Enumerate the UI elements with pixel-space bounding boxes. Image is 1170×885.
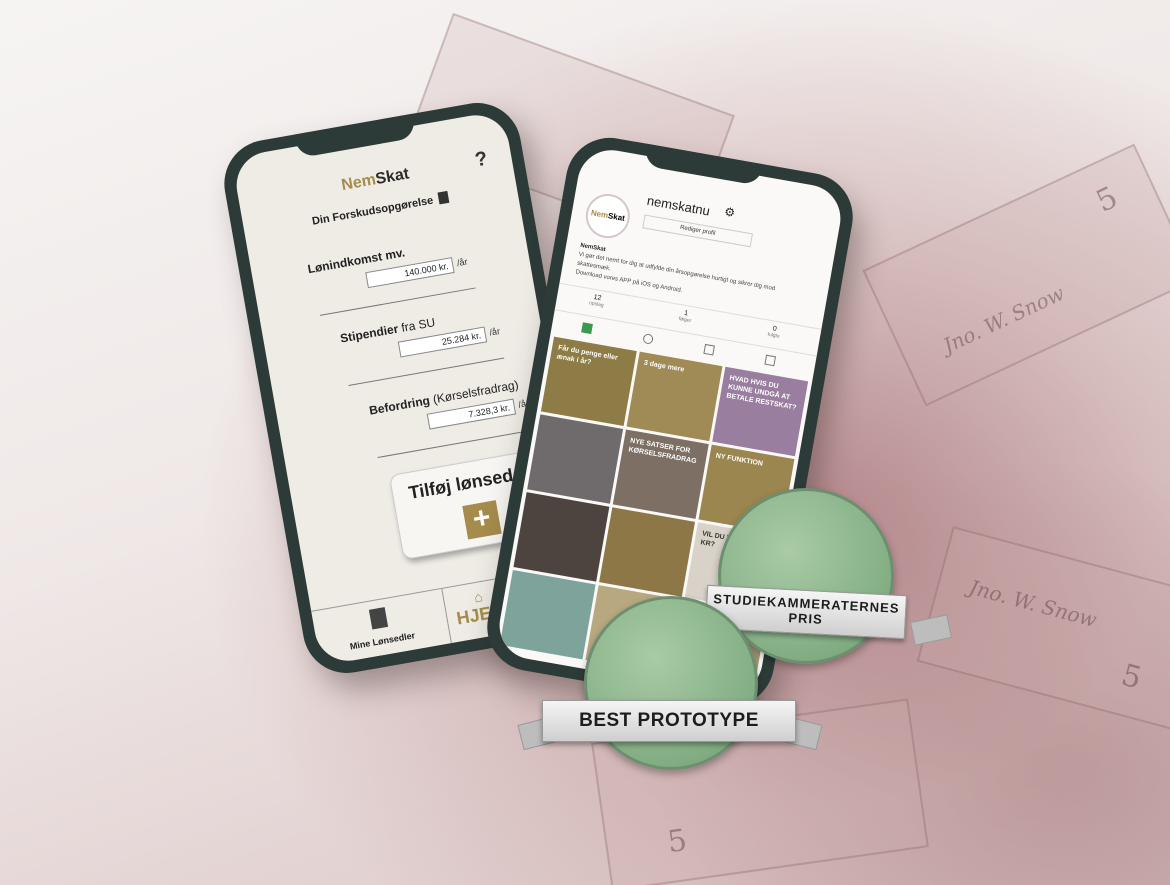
award-medal-best	[584, 596, 758, 770]
bookmark-icon[interactable]	[703, 343, 715, 356]
avatar[interactable]: NemSkat	[582, 190, 634, 242]
payslips-icon	[368, 607, 389, 630]
gear-icon[interactable]: ⚙	[723, 204, 736, 220]
unit-label: /år	[488, 325, 501, 338]
divider	[348, 357, 505, 386]
stat-posts[interactable]: 12 opslag	[566, 289, 627, 312]
stat-following[interactable]: 0 fulgte	[743, 321, 804, 344]
stat-followers[interactable]: 1 følger	[655, 305, 716, 328]
award-subtitle-student: PRIS	[788, 610, 824, 627]
bill-numeral: 5	[1090, 180, 1124, 220]
grid-icon[interactable]	[581, 322, 593, 334]
unit-label: /år	[456, 256, 469, 269]
bill-numeral: 5	[1117, 657, 1146, 697]
reels-icon[interactable]	[642, 333, 654, 345]
award-title-best: BEST PROTOTYPE	[579, 710, 759, 731]
tab-my-payslips[interactable]: Mine Lønsedler	[311, 589, 449, 666]
bill-signature: Jno. W. Snow	[939, 280, 1069, 358]
award-ribbon-best: BEST PROTOTYPE	[542, 700, 796, 742]
profile-username: nemskatnu	[645, 192, 712, 219]
post-tile[interactable]: HVAD HVIS DU KUNNE UNDGÅ AT BETALE RESTS…	[712, 366, 809, 457]
divider	[319, 287, 476, 316]
post-tile[interactable]: Får du penge eller ænak i år?	[540, 336, 637, 427]
plus-icon: +	[462, 500, 502, 540]
post-tile[interactable]	[499, 569, 596, 660]
post-tile[interactable]	[527, 414, 624, 504]
post-tile[interactable]: 3 dage mere	[626, 351, 723, 442]
bill-numeral: 5	[665, 822, 690, 861]
bill-signature: Jno. W. Snow	[966, 575, 1100, 633]
tagged-icon[interactable]	[764, 354, 776, 367]
post-tile[interactable]: NYE SATSER FOR KØRSELSFRADRAG	[612, 429, 709, 519]
document-icon	[437, 190, 450, 205]
post-tile[interactable]	[513, 492, 610, 582]
post-tile[interactable]	[599, 507, 696, 597]
edit-profile-button[interactable]: Rediger profil	[642, 214, 753, 248]
